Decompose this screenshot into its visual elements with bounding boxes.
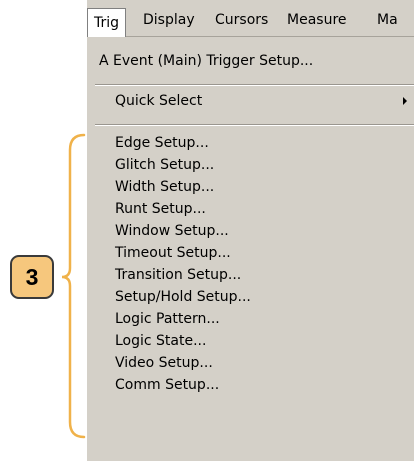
menu-ma[interactable]: Ma — [377, 8, 398, 32]
menu-item-edge-setup[interactable]: Edge Setup... — [115, 133, 209, 153]
menu-item-a-event-trigger-setup[interactable]: A Event (Main) Trigger Setup... — [99, 51, 313, 71]
menu-item-logic-pattern[interactable]: Logic Pattern... — [115, 309, 220, 329]
menu-cursors[interactable]: Cursors — [215, 8, 268, 32]
menu-item-video-setup[interactable]: Video Setup... — [115, 353, 213, 373]
menu-item-runt-setup[interactable]: Runt Setup... — [115, 199, 206, 219]
menu-item-quick-select[interactable]: Quick Select — [115, 91, 202, 111]
menu-item-transition-setup[interactable]: Transition Setup... — [115, 265, 241, 285]
menu-item-width-setup[interactable]: Width Setup... — [115, 177, 214, 197]
submenu-arrow-icon — [403, 97, 407, 105]
menu-separator — [95, 124, 414, 126]
menu-item-window-setup[interactable]: Window Setup... — [115, 221, 229, 241]
menu-display[interactable]: Display — [143, 8, 195, 32]
menu-bar: Trig Display Cursors Measure Ma — [87, 0, 414, 38]
trig-dropdown-menu: A Event (Main) Trigger Setup... Quick Se… — [87, 37, 414, 461]
callout-bracket — [61, 133, 86, 439]
menu-item-logic-state[interactable]: Logic State... — [115, 331, 206, 351]
menu-item-timeout-setup[interactable]: Timeout Setup... — [115, 243, 231, 263]
menu-measure[interactable]: Measure — [287, 8, 347, 32]
menu-item-glitch-setup[interactable]: Glitch Setup... — [115, 155, 214, 175]
callout-number-badge: 3 — [10, 255, 54, 299]
menu-item-setup-hold-setup[interactable]: Setup/Hold Setup... — [115, 287, 251, 307]
menu-item-comm-setup[interactable]: Comm Setup... — [115, 375, 219, 395]
menu-separator — [95, 84, 414, 86]
